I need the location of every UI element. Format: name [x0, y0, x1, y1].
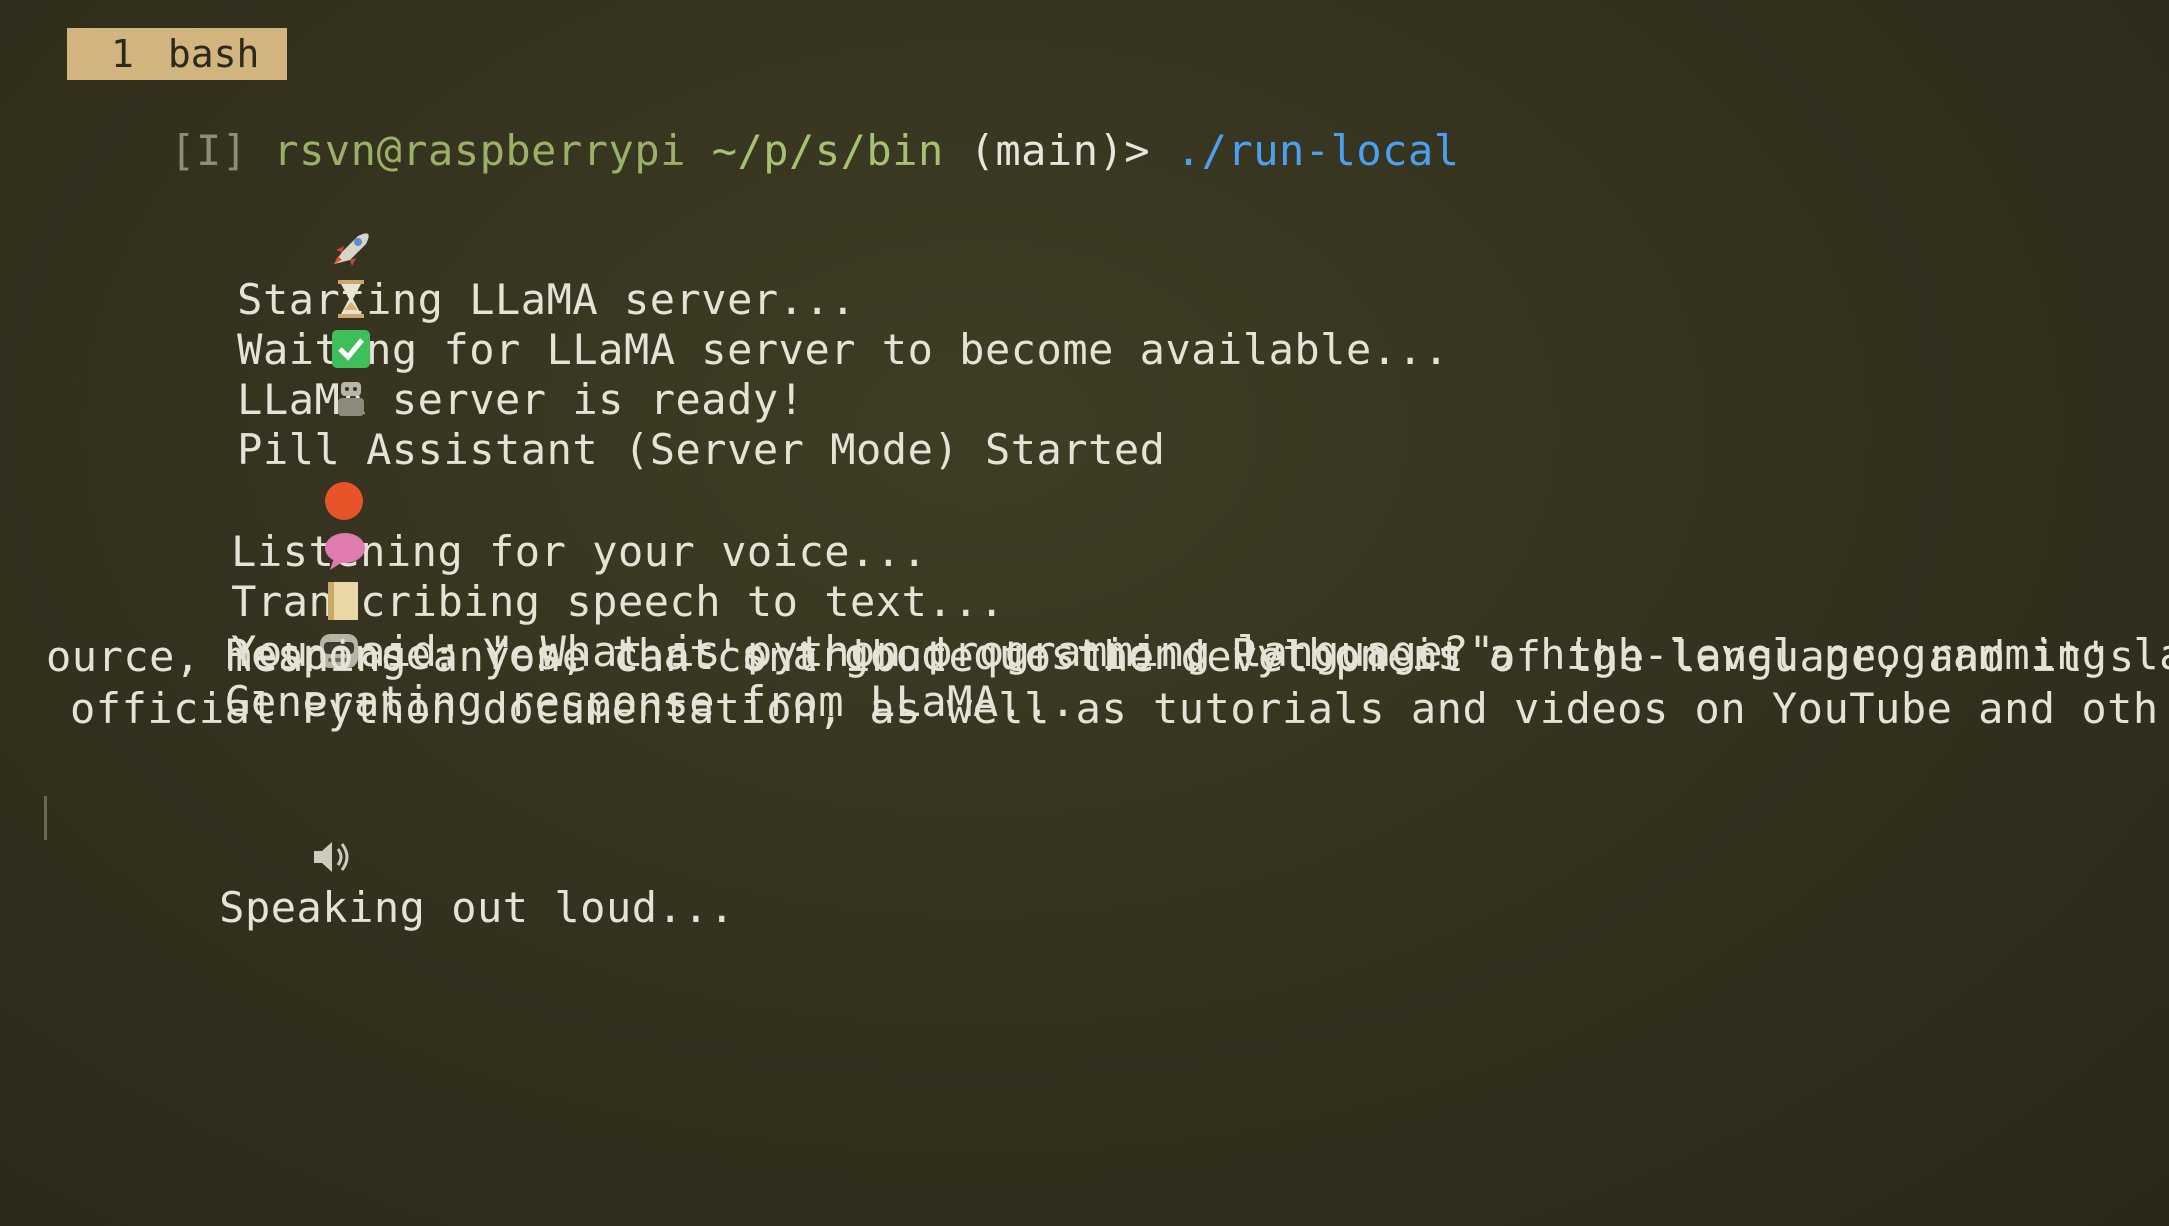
speaker-icon: [155, 786, 349, 872]
output-response-wrap-1: ource, meaning anyone can contribute to …: [46, 632, 2135, 681]
prompt-branch: (main)>: [969, 126, 1151, 175]
output-speaking: Speaking out loud...: [52, 736, 735, 983]
tab-bash[interactable]: 1 bash: [67, 28, 288, 80]
tmux-tab-bar: 1 bash: [67, 28, 288, 80]
robot-icon: [173, 328, 364, 416]
terminal-window[interactable]: 1 bash [I] rsvn@raspberrypi ~/p/s/bin (m…: [0, 0, 2169, 1226]
tab-title: bash: [167, 32, 260, 76]
prompt-command: ./run-local: [1175, 126, 1460, 175]
terminal-cursor: [44, 796, 47, 840]
tab-number: 1: [111, 32, 134, 76]
output-response-wrap-2: official Python documentation, as well a…: [70, 684, 2159, 733]
